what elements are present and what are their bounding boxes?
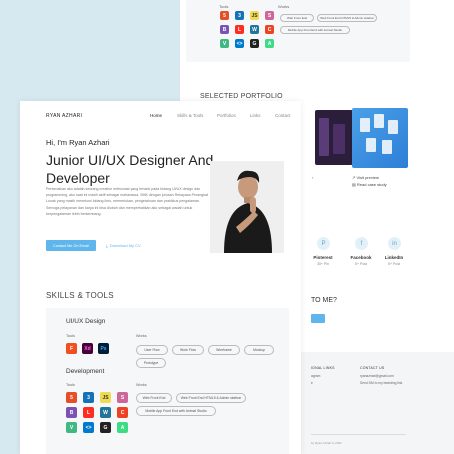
- xd-icon: Xd: [82, 343, 93, 354]
- back-tools-label: Tools: [219, 4, 229, 9]
- dev-works-label: Works: [136, 383, 147, 387]
- android-studio-icon: A: [265, 39, 274, 48]
- sass-icon: S: [265, 11, 274, 20]
- android-studio-icon: A: [117, 422, 128, 433]
- greeting: Hi, I'm Ryan Azhari: [46, 138, 110, 147]
- vue-icon: V: [220, 39, 229, 48]
- uiux-title: UI/UX Design: [66, 318, 106, 325]
- nav-portfolios[interactable]: Portfolios: [217, 113, 236, 118]
- brand-logo[interactable]: RYAN AZHARI: [46, 113, 82, 119]
- uiux-works-label: Works: [136, 334, 147, 338]
- sass-icon: S: [117, 392, 128, 403]
- css3-icon: 3: [83, 392, 94, 403]
- laravel-icon: L: [83, 407, 94, 418]
- vscode-icon: <>: [83, 422, 94, 433]
- uiux-work-pill: Prototype: [136, 358, 166, 368]
- footer-contact-title: CONTACT US: [360, 366, 385, 370]
- social-name: LinkedIn: [384, 255, 404, 260]
- dev-tools-label: Tools: [66, 383, 75, 387]
- back-work-pill: Web Front End HTML5 & Admin sidebar: [317, 14, 377, 22]
- dev-work-pill: Mobile App Front End with Animal Studio: [136, 406, 216, 416]
- footer-dm[interactable]: Send DM to my bearding link: [360, 381, 402, 385]
- bootstrap-icon: B: [66, 407, 77, 418]
- figma-icon: F: [66, 343, 77, 354]
- codeigniter-icon: C: [265, 25, 274, 34]
- social-name: Facebook: [350, 255, 372, 260]
- skills-section-title: SKILLS & TOOLS: [46, 291, 114, 300]
- social-sub: 5+ Post: [355, 262, 367, 266]
- facebook-icon[interactable]: f: [355, 237, 368, 250]
- back-work-pill: Mobile App Front End with Animal Studio: [280, 26, 350, 34]
- wordpress-icon: W: [250, 25, 259, 34]
- javascript-icon: JS: [100, 392, 111, 403]
- copyright: by Ryan Azhari in 2021: [311, 441, 342, 445]
- photoshop-icon: Ps: [98, 343, 109, 354]
- footer-divider: [311, 434, 406, 435]
- vue-icon: V: [66, 422, 77, 433]
- nav-skills[interactable]: Skills & Tools: [177, 113, 203, 118]
- back-tools-box: Tools Works 5 3 JS S B L W C V <> G A We…: [186, 0, 410, 62]
- footer-email[interactable]: ryanazhari@gmail.com: [360, 374, 394, 378]
- social-name: Pinterest: [313, 255, 333, 260]
- html5-icon: 5: [220, 11, 229, 20]
- portfolio-thumb-blue[interactable]: [352, 108, 408, 168]
- visit-preview-link[interactable]: ↗ Visit preview: [352, 175, 379, 180]
- skills-box: UI/UX Design Tools Works F Xd Ps User Fl…: [46, 308, 289, 454]
- contact-email-button[interactable]: Contact Me On Email: [46, 240, 96, 251]
- nav-contact[interactable]: Contact: [275, 113, 291, 118]
- codeigniter-icon: C: [117, 407, 128, 418]
- back-work-pill: Web Front End: [280, 14, 314, 22]
- development-title: Development: [66, 368, 105, 375]
- github-icon: G: [250, 39, 259, 48]
- uiux-work-pill: User Flow: [136, 345, 168, 355]
- dev-work-pill: Web Front End: [136, 393, 172, 403]
- wordpress-icon: W: [100, 407, 111, 418]
- bootstrap-icon: B: [220, 25, 229, 34]
- back-works-label: Works: [278, 4, 290, 9]
- intro-paragraph: Perkenalkan aku adalah seorang creative …: [46, 187, 209, 216]
- html5-icon: 5: [66, 392, 77, 403]
- social-sub: 30+ Pin: [317, 262, 329, 266]
- hire-title: TO ME?: [311, 297, 337, 304]
- footer-link[interactable]: agram: [311, 374, 320, 378]
- front-page: RYAN AZHARI Home Skills & Tools Portfoli…: [20, 101, 301, 454]
- nav-links[interactable]: Links: [250, 113, 261, 118]
- social-sub: 5+ Post: [388, 262, 400, 266]
- laravel-icon: L: [235, 25, 244, 34]
- pinterest-icon[interactable]: P: [317, 237, 330, 250]
- vscode-icon: <>: [235, 39, 244, 48]
- footer-link[interactable]: e: [311, 381, 313, 385]
- uiux-work-pill: Work Flow: [172, 345, 204, 355]
- download-cv-label: Download My CV: [109, 243, 141, 248]
- css3-icon: 3: [235, 11, 244, 20]
- portfolio-thumb-dark[interactable]: [315, 110, 353, 165]
- uiux-tools-label: Tools: [66, 334, 75, 338]
- github-icon: G: [100, 422, 111, 433]
- nav-home[interactable]: Home: [150, 113, 162, 118]
- footer-links-title: IONAL LINKS: [311, 366, 335, 370]
- dev-work-pill: Web Front End HTML5 & Admin sidebar: [176, 393, 246, 403]
- download-icon: ⤓: [106, 243, 108, 248]
- selected-portfolio-title: SELECTED PORTFOLIO: [200, 93, 283, 100]
- uiux-work-pill: Mockup: [244, 345, 274, 355]
- linkedin-icon[interactable]: in: [388, 237, 401, 250]
- read-case-study-link[interactable]: ▤ Read case study: [352, 182, 387, 187]
- download-cv-link[interactable]: ⤓ Download My CV: [106, 240, 141, 251]
- javascript-icon: JS: [250, 11, 259, 20]
- profile-photo: [210, 161, 284, 253]
- uiux-work-pill: Wireframe: [208, 345, 240, 355]
- back-contact-button[interactable]: [311, 314, 325, 323]
